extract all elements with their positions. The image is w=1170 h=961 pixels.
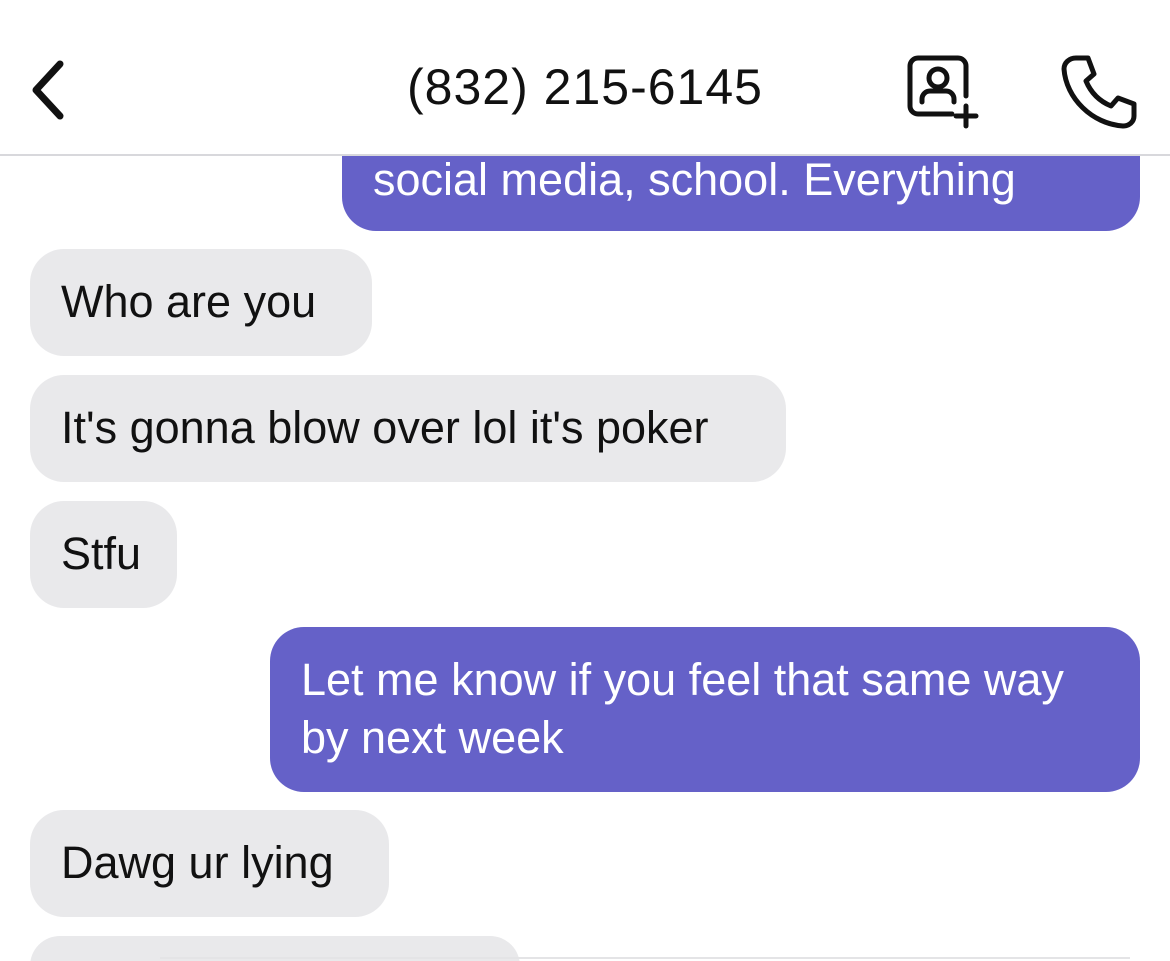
add-contact-icon [907,55,979,129]
message-bubble-incoming[interactable]: Stfu [30,501,177,608]
phone-icon [1061,55,1137,129]
chevron-left-icon [32,60,64,120]
message-text: It's gonna blow over lol it's poker [61,402,709,453]
call-button[interactable] [1054,50,1142,134]
divider [160,957,1130,959]
message-text-line: Let me know if you feel that same way [301,654,1064,705]
message-text: social media, school. Everything [373,154,1016,205]
back-button[interactable] [18,50,78,130]
message-bubble-incoming[interactable]: Who are you [30,249,372,356]
conversation-header: (832) 215-6145 [0,0,1170,156]
message-text: Stfu [61,528,142,579]
contact-phone-number[interactable]: (832) 215-6145 [330,58,840,116]
message-text-line: by next week [301,712,564,763]
message-bubble-outgoing[interactable]: Let me know if you feel that same way by… [270,627,1140,792]
message-bubble-incoming[interactable]: Dawg ur lying [30,810,389,917]
add-contact-button[interactable] [900,50,984,134]
message-bubble-incoming[interactable]: It's gonna blow over lol it's poker [30,375,786,482]
message-text: Who are you [61,276,317,327]
conversation-screen: social media, school. Everything Who are… [0,0,1170,961]
message-text: Dawg ur lying [61,837,334,888]
